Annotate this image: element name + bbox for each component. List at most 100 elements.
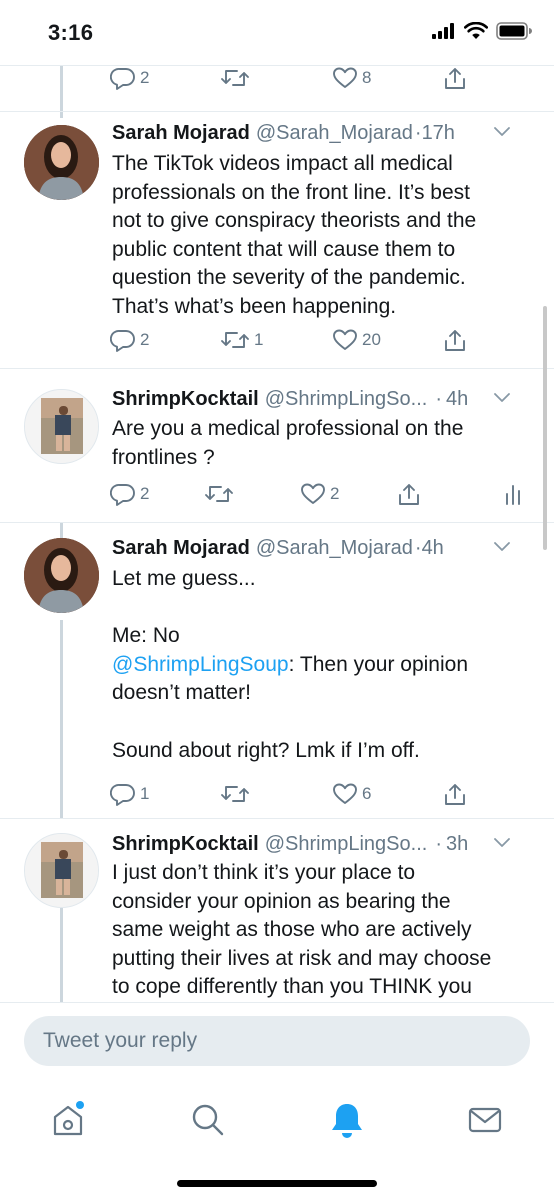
timestamp-separator: · — [414, 537, 422, 559]
wifi-icon — [464, 22, 488, 39]
tweet-actions: 2 1 20 — [110, 328, 530, 356]
timestamp-separator: · — [414, 122, 422, 144]
retweet-button[interactable]: 1 — [220, 328, 263, 352]
handle[interactable]: @ShrimpLingSo... — [265, 386, 428, 412]
text-line: same weight as those who are actively — [112, 918, 472, 942]
handle[interactable]: @Sarah_Mojarad — [256, 120, 413, 146]
tweet-actions: 2 2 — [110, 482, 530, 510]
timestamp: 3h — [445, 833, 469, 855]
battery-icon — [496, 22, 532, 40]
reply-icon — [110, 784, 135, 806]
tweet[interactable]: ShrimpKocktail @ShrimpLingSo... · 3h I j… — [0, 819, 554, 1002]
retweet-icon — [221, 786, 249, 802]
tweet-actions: 1 6 — [110, 782, 530, 810]
reply-button[interactable]: 2 — [110, 328, 149, 352]
text-line: Sound about right? Lmk if I’m off. — [112, 738, 420, 762]
text-line: Are you a medical professional on the — [112, 417, 464, 440]
tweet[interactable]: Sarah Mojarad @Sarah_Mojarad · 4h Let me… — [0, 523, 554, 819]
reply-icon — [110, 330, 135, 352]
display-name[interactable]: ShrimpKocktail — [112, 386, 259, 412]
reply-button[interactable]: 2 — [110, 66, 149, 90]
tweet[interactable]: ShrimpKocktail @ShrimpLingSo... · 4h Are… — [0, 369, 554, 522]
share-icon — [445, 784, 465, 805]
chevron-down-icon[interactable] — [492, 539, 512, 553]
retweet-button[interactable] — [220, 782, 254, 806]
tab-search[interactable] — [178, 1090, 238, 1150]
reply-input-container[interactable] — [24, 1016, 530, 1066]
timestamp-separator: · — [435, 833, 442, 855]
text-line: public content that will cause them to — [112, 237, 456, 261]
text-line: Me: No — [112, 624, 180, 648]
retweet-count: 1 — [254, 330, 264, 349]
display-name[interactable]: Sarah Mojarad — [112, 535, 250, 561]
timestamp: 4h — [445, 388, 469, 410]
bell-icon — [332, 1104, 362, 1138]
retweet-icon — [221, 70, 249, 86]
text-line: doesn’t matter! — [112, 681, 251, 705]
analytics-button[interactable] — [504, 482, 522, 506]
share-button[interactable] — [442, 66, 468, 92]
tab-notifications[interactable] — [317, 1090, 377, 1150]
cellular-signal-icon — [432, 23, 454, 39]
retweet-button[interactable] — [220, 66, 254, 90]
timestamp-separator: · — [435, 388, 442, 410]
heart-icon — [333, 67, 357, 88]
like-button[interactable]: 8 — [332, 66, 371, 90]
handle[interactable]: @ShrimpLingSo... — [265, 831, 428, 857]
text-line: consider your opinion as bearing the — [112, 889, 451, 913]
mail-icon — [468, 1107, 502, 1133]
text-line: to cope differently than you THINK you — [112, 975, 472, 999]
reply-input[interactable] — [24, 1016, 530, 1066]
tweet-text: Let me guess... Me: No @ShrimpLingSoup: … — [112, 565, 532, 765]
home-indicator — [177, 1180, 377, 1187]
share-icon — [445, 330, 465, 351]
status-icons — [432, 22, 532, 40]
display-name[interactable]: ShrimpKocktail — [112, 831, 259, 857]
text-line: professionals on the front line. It’s be… — [112, 180, 470, 204]
like-count: 20 — [362, 330, 381, 349]
status-bar: 3:16 — [0, 0, 554, 66]
reply-button[interactable]: 2 — [110, 482, 149, 506]
reply-button[interactable]: 1 — [110, 782, 149, 806]
like-count: 6 — [362, 784, 372, 803]
like-button[interactable]: 6 — [332, 782, 371, 806]
reply-icon — [110, 68, 135, 90]
display-name[interactable]: Sarah Mojarad — [112, 120, 250, 146]
share-icon — [445, 68, 465, 89]
chevron-down-icon[interactable] — [492, 390, 512, 404]
tweet-header: Sarah Mojarad @Sarah_Mojarad · 4h — [112, 535, 534, 561]
avatar[interactable] — [24, 538, 99, 613]
tweet-header: Sarah Mojarad @Sarah_Mojarad · 17h — [112, 120, 534, 146]
mention-text: : Then your opinion — [288, 652, 468, 676]
scrollbar[interactable] — [543, 306, 547, 550]
home-icon — [53, 1101, 84, 1136]
handle[interactable]: @Sarah_Mojarad — [256, 535, 413, 561]
like-button[interactable]: 2 — [300, 482, 339, 506]
chevron-down-icon[interactable] — [492, 835, 512, 849]
share-button[interactable] — [442, 782, 468, 808]
retweet-icon — [205, 486, 233, 502]
reply-icon — [110, 484, 135, 506]
avatar[interactable] — [24, 125, 99, 200]
text-line: @ShrimpLingSoup: Then your opinion — [112, 651, 532, 680]
avatar[interactable] — [24, 389, 99, 464]
timestamp: 4h — [421, 537, 444, 559]
share-button[interactable] — [396, 482, 422, 508]
tweet-text: Are you a medical professional on the fr… — [112, 415, 532, 472]
notification-dot — [76, 1101, 84, 1109]
tab-home[interactable] — [38, 1090, 98, 1150]
retweet-button[interactable] — [204, 482, 238, 506]
tab-messages[interactable] — [455, 1090, 515, 1150]
timestamp: 17h — [421, 122, 455, 144]
share-button[interactable] — [442, 328, 468, 354]
reply-bar — [0, 1002, 554, 1076]
search-icon — [192, 1104, 224, 1136]
avatar[interactable] — [24, 833, 99, 908]
thread[interactable]: 2 8 Sarah Mojarad @Sarah_Mojarad · 17h T… — [0, 66, 554, 1002]
tweet-actions: 2 8 — [110, 66, 530, 94]
like-button[interactable]: 20 — [332, 328, 381, 352]
analytics-icon — [506, 485, 520, 505]
chevron-down-icon[interactable] — [492, 124, 512, 138]
mention-link[interactable]: @ShrimpLingSoup — [112, 653, 289, 676]
